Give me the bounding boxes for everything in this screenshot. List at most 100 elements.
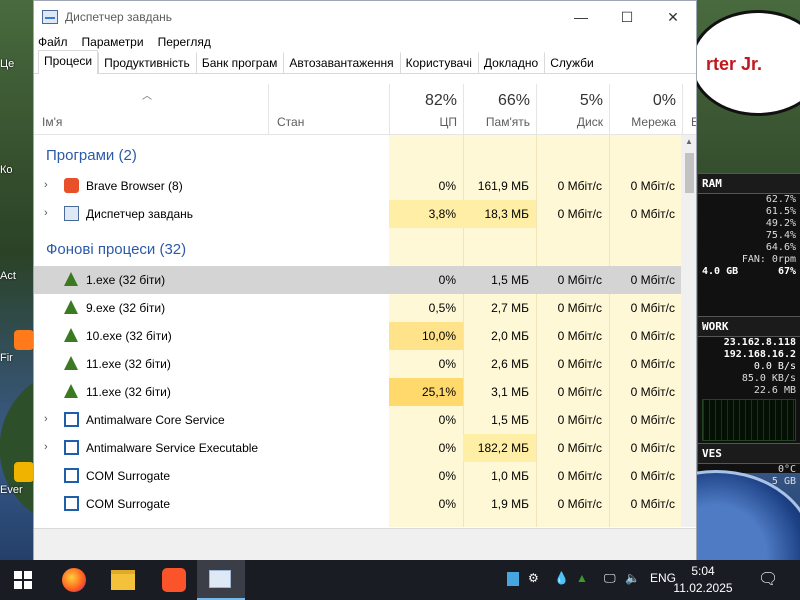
desktop-icon-firefox[interactable]: Fir [0, 330, 34, 364]
process-name: 11.exe (32 біти) [86, 357, 171, 371]
start-button[interactable] [14, 571, 32, 589]
windows-logo-icon [14, 571, 22, 579]
process-row[interactable]: › Antimalware Core Service 0% 1,5 МБ 0 М… [34, 406, 681, 434]
process-row[interactable]: COM Surrogate 0% 1,9 МБ 0 Мбіт/с 0 Мбіт/… [34, 490, 681, 518]
process-row[interactable]: › Antimalware Service Executable 0% 182,… [34, 434, 681, 462]
column-extra-label: Е [691, 115, 696, 129]
process-name: 11.exe (32 біти) [86, 385, 171, 399]
process-row[interactable]: 11.exe (32 біти) 25,1% 3,1 МБ 0 Мбіт/с 0… [34, 378, 681, 406]
process-name: Диспетчер завдань [86, 207, 194, 221]
tab-performance[interactable]: Продуктивність [98, 52, 196, 73]
file-explorer-icon[interactable] [111, 570, 135, 590]
process-network: 0 Мбіт/с [630, 385, 675, 399]
tab-users[interactable]: Користувачі [399, 52, 478, 73]
task-manager-icon [42, 10, 58, 24]
widget-net-value: 22.6 MB [753, 385, 796, 396]
process-network: 0 Мбіт/с [630, 469, 675, 483]
tree-icon [64, 272, 78, 286]
widget-ram-value: 75.4% [765, 230, 796, 241]
column-memory[interactable]: 66% Пам'ять [463, 84, 536, 134]
process-row[interactable]: › Диспетчер завдань 3,8% 18,3 МБ 0 Мбіт/… [34, 200, 681, 228]
group-background-header[interactable]: Фонові процеси (32) [46, 241, 186, 258]
desktop-icon-everything[interactable]: Ever [0, 462, 34, 496]
memory-total: 66% [497, 92, 530, 109]
title-bar[interactable]: Диспетчер завдань — ☐ ✕ [34, 1, 696, 33]
menu-options[interactable]: Параметри [82, 35, 144, 49]
process-disk: 0 Мбіт/с [557, 179, 602, 193]
process-name: Antimalware Service Executable [86, 441, 259, 455]
process-row[interactable]: › Brave Browser (8) 0% 161,9 МБ 0 Мбіт/с… [34, 172, 681, 200]
column-cpu[interactable]: 82% ЦП [389, 84, 463, 134]
desktop-icon-activate[interactable]: Act [0, 270, 34, 282]
process-name: COM Surrogate [86, 469, 171, 483]
widget-ram-value: 62.7% [765, 194, 796, 205]
brave-icon[interactable] [162, 568, 186, 592]
tray-tree-icon[interactable]: ▲ [576, 571, 588, 585]
tab-processes[interactable]: Процеси [38, 50, 99, 74]
sort-up-icon: ︿ [142, 91, 152, 102]
taskbar-task-manager[interactable] [197, 560, 245, 600]
volume-icon[interactable]: 🔈 [625, 571, 640, 585]
widget-ip-local: 192.168.16.2 [723, 349, 796, 360]
tab-services[interactable]: Служби [544, 52, 600, 73]
widget-ip-external: 23.162.8.118 [723, 337, 796, 348]
maximize-button[interactable]: ☐ [604, 1, 650, 33]
network-icon[interactable]: 🖵 [604, 571, 616, 586]
tab-details[interactable]: Докладно [477, 52, 544, 73]
scrollbar-thumb[interactable] [685, 153, 694, 193]
minimize-button[interactable]: — [558, 1, 604, 33]
process-memory: 2,7 МБ [491, 301, 529, 315]
tray-drop-icon[interactable]: 💧 [554, 571, 569, 585]
brave-icon [64, 178, 79, 193]
process-cpu: 0% [438, 469, 456, 483]
desktop-icon-this-pc[interactable]: Це [0, 58, 34, 70]
notifications-icon[interactable]: 🗨 [758, 569, 778, 589]
process-row[interactable]: COM Surrogate 0% 1,0 МБ 0 Мбіт/с 0 Мбіт/… [34, 462, 681, 490]
task-manager-icon [209, 570, 231, 588]
menu-view[interactable]: Перегляд [158, 35, 211, 49]
close-button[interactable]: ✕ [650, 1, 696, 33]
tray-app-icon[interactable]: ⚙ [528, 571, 539, 585]
desktop-icon-control[interactable]: Ко [0, 164, 34, 176]
process-disk: 0 Мбіт/с [557, 207, 602, 221]
chevron-right-icon[interactable]: › [44, 413, 48, 425]
process-cpu: 0,5% [428, 301, 456, 315]
process-cpu: 25,1% [421, 385, 456, 399]
widget-ram-value: 61.5% [765, 206, 796, 217]
desktop-icon-label: Act [0, 270, 16, 282]
system-monitor-widget: RAM 62.7% 61.5% 49.2% 75.4% 64.6% FAN: 0… [698, 173, 800, 487]
column-extra[interactable]: Е [682, 84, 696, 134]
column-network[interactable]: 0% Мережа [609, 84, 682, 134]
chevron-right-icon[interactable]: › [44, 441, 48, 453]
chevron-right-icon[interactable]: › [44, 207, 48, 219]
clock[interactable]: 5:04 11.02.2025 [672, 563, 734, 597]
desktop-icon-label: Ко [0, 164, 13, 176]
firefox-icon[interactable] [62, 568, 86, 592]
process-row[interactable]: 9.exe (32 біти) 0,5% 2,7 МБ 0 Мбіт/с 0 М… [34, 294, 681, 322]
tab-app-history[interactable]: Банк програм [195, 52, 284, 73]
menu-file[interactable]: Файл [38, 35, 68, 49]
process-disk: 0 Мбіт/с [557, 273, 602, 287]
column-name[interactable]: ︿ Ім'я [34, 84, 268, 134]
process-network: 0 Мбіт/с [630, 207, 675, 221]
process-network: 0 Мбіт/с [630, 301, 675, 315]
process-row[interactable]: 1.exe (32 біти) 0% 1,5 МБ 0 Мбіт/с 0 Мбі… [34, 266, 681, 294]
process-disk: 0 Мбіт/с [557, 469, 602, 483]
vertical-scrollbar[interactable]: ▲ [681, 135, 696, 527]
column-status[interactable]: Стан [268, 84, 389, 134]
chevron-right-icon[interactable]: › [44, 179, 48, 191]
process-disk: 0 Мбіт/с [557, 357, 602, 371]
service-icon [64, 412, 79, 427]
process-memory: 1,5 МБ [491, 413, 529, 427]
process-row[interactable]: 10.exe (32 біти) 10,0% 2,0 МБ 0 Мбіт/с 0… [34, 322, 681, 350]
tray-app-icon[interactable] [507, 572, 519, 586]
scroll-up-icon[interactable]: ▲ [685, 137, 693, 146]
process-disk: 0 Мбіт/с [557, 329, 602, 343]
group-apps-header[interactable]: Програми (2) [46, 147, 137, 164]
process-name: 1.exe (32 біти) [86, 273, 166, 287]
process-row[interactable]: 11.exe (32 біти) 0% 2,6 МБ 0 Мбіт/с 0 Мб… [34, 350, 681, 378]
process-memory: 1,0 МБ [491, 469, 529, 483]
tab-startup[interactable]: Автозавантаження [283, 52, 399, 73]
process-cpu: 10,0% [421, 329, 456, 343]
column-disk[interactable]: 5% Диск [536, 84, 609, 134]
